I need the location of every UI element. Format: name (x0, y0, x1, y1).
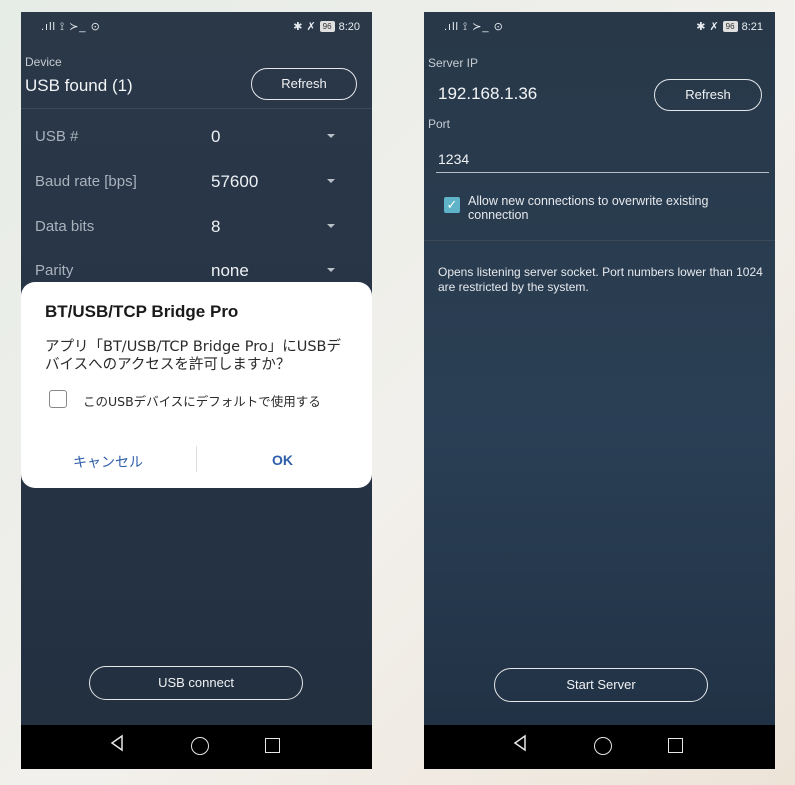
navigation-bar (21, 725, 372, 769)
bluetooth-icon: ✱ (293, 21, 303, 33)
port-input[interactable]: 1234 (438, 151, 469, 167)
cancel-button[interactable]: キャンセル (73, 452, 143, 472)
phone-screen-usb: .ıll ⟟ ≻_ ⊙ ✱ ✗ 96 8:20 Device USB found… (21, 12, 372, 769)
setting-label: Parity (35, 262, 74, 279)
refresh-button[interactable]: Refresh (251, 68, 357, 100)
setting-value: 0 (211, 127, 221, 146)
home-icon[interactable] (191, 737, 209, 755)
back-icon[interactable] (109, 733, 125, 753)
back-icon[interactable] (512, 733, 528, 753)
server-ip-label: Server IP (428, 56, 479, 70)
signal-indicators: .ıll ⟟ ≻_ ⊙ (444, 21, 504, 33)
device-label: Device (25, 55, 62, 69)
server-ip-value: 192.168.1.36 (438, 84, 538, 103)
dialog-title: BT/USB/TCP Bridge Pro (45, 302, 239, 321)
bluetooth-icon: ✱ (696, 21, 706, 33)
setting-row-baud-rate[interactable]: Baud rate [bps] 57600 (21, 161, 372, 201)
navigation-bar (424, 725, 775, 769)
setting-label: Baud rate [bps] (35, 173, 137, 190)
dialog-message: アプリ「BT/USB/TCP Bridge Pro」にUSBデバイスへのアクセス… (45, 339, 341, 373)
ok-button[interactable]: OK (272, 452, 293, 468)
usb-permission-dialog: BT/USB/TCP Bridge Pro アプリ「BT/USB/TCP Bri… (21, 282, 372, 488)
caret-down-icon[interactable] (327, 179, 335, 183)
caret-down-icon[interactable] (327, 268, 335, 272)
caret-down-icon[interactable] (327, 134, 335, 138)
setting-row-usb-number[interactable]: USB # 0 (21, 116, 372, 156)
divider (21, 108, 372, 109)
divider (424, 240, 775, 241)
setting-label: USB # (35, 128, 79, 145)
overwrite-label[interactable]: Allow new connections to overwrite exist… (468, 194, 758, 222)
mute-icon: ✗ (709, 21, 719, 33)
home-icon[interactable] (594, 737, 612, 755)
clock: 8:21 (741, 20, 763, 33)
recent-apps-icon[interactable] (668, 738, 683, 753)
setting-value: none (211, 261, 249, 280)
button-separator (196, 446, 197, 472)
setting-value: 8 (211, 217, 221, 236)
battery-badge: 96 (722, 21, 738, 32)
signal-indicators: .ıll ⟟ ≻_ ⊙ (41, 21, 101, 33)
refresh-button[interactable]: Refresh (654, 79, 762, 111)
usb-connect-button[interactable]: USB connect (89, 666, 303, 700)
setting-row-data-bits[interactable]: Data bits 8 (21, 206, 372, 246)
setting-label: Data bits (35, 218, 95, 235)
default-use-checkbox[interactable] (49, 390, 67, 408)
status-bar: .ıll ⟟ ≻_ ⊙ ✱ ✗ 96 8:20 (21, 12, 372, 40)
phone-screen-server: .ıll ⟟ ≻_ ⊙ ✱ ✗ 96 8:21 Server IP 192.16… (424, 12, 775, 769)
recent-apps-icon[interactable] (265, 738, 280, 753)
overwrite-checkbox[interactable]: ✓ (444, 197, 460, 213)
start-server-button[interactable]: Start Server (494, 668, 708, 702)
caret-down-icon[interactable] (327, 224, 335, 228)
status-right: ✱ ✗ 96 8:21 (696, 20, 763, 34)
status-right: ✱ ✗ 96 8:20 (293, 20, 360, 34)
battery-badge: 96 (319, 21, 335, 32)
mute-icon: ✗ (306, 21, 316, 33)
port-label: Port (428, 117, 451, 131)
default-use-label[interactable]: このUSBデバイスにデフォルトで使用する (83, 391, 321, 410)
server-description: Opens listening server socket. Port numb… (438, 265, 763, 294)
clock: 8:20 (338, 20, 360, 33)
checkmark-icon: ✓ (446, 197, 458, 212)
setting-value: 57600 (211, 172, 259, 191)
status-bar: .ıll ⟟ ≻_ ⊙ ✱ ✗ 96 8:21 (424, 12, 775, 40)
device-status: USB found (1) (25, 76, 133, 95)
port-input-underline (436, 172, 769, 173)
